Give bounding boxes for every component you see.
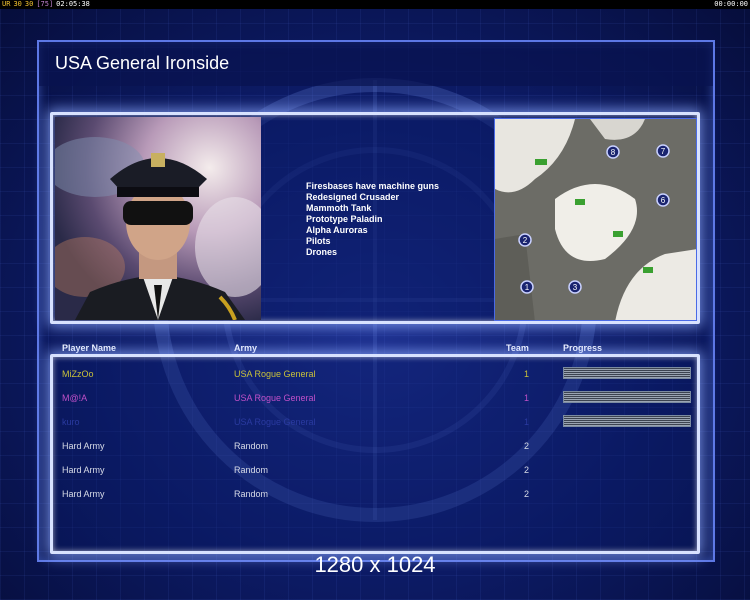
player-army: USA Rogue General (234, 393, 316, 403)
svg-text:3: 3 (573, 283, 578, 292)
player-row[interactable]: Hard Army Random 2 (0, 489, 750, 509)
feature-item: Mammoth Tank (306, 203, 372, 213)
start-position-marker[interactable]: 8 (606, 145, 620, 159)
page-title: USA General Ironside (55, 53, 230, 73)
feature-list: Firesbases have machine guns Redesigned C… (306, 181, 439, 258)
feature-item: Alpha Auroras (306, 225, 368, 235)
feature-item: Firesbases have machine guns (306, 181, 440, 191)
feature-item: Drones (306, 247, 338, 257)
player-row[interactable]: kuro USA Rogue General 1 (0, 415, 750, 437)
clock-right: 00:00:00 (714, 0, 748, 8)
player-name: MiZzOo (62, 369, 94, 379)
player-army: USA Rogue General (234, 417, 316, 427)
status-bar: UR 30 30 [75] 02:05:38 00:00:00 (0, 0, 750, 9)
status-stat: 30 (24, 0, 34, 8)
player-army: USA Rogue General (234, 369, 316, 379)
progress-bar (563, 391, 691, 403)
start-position-marker[interactable]: 1 (520, 280, 534, 294)
player-team: 2 (524, 465, 530, 475)
player-row[interactable]: Hard Army Random 2 (0, 441, 750, 461)
col-team: Team (506, 343, 529, 353)
start-position-marker[interactable]: 2 (518, 233, 532, 247)
col-player-name: Player Name (62, 343, 117, 353)
map-preview[interactable]: 1 2 3 6 7 8 (494, 118, 697, 321)
status-stat: UR (2, 0, 11, 8)
svg-text:2: 2 (523, 236, 528, 245)
feature-item: Prototype Paladin (306, 214, 383, 224)
start-position-marker[interactable]: 3 (568, 280, 582, 294)
status-stat: 02:05:38 (56, 0, 90, 8)
player-name: Hard Army (62, 489, 105, 499)
feature-item: Redesigned Crusader (306, 192, 400, 202)
player-name: Hard Army (62, 465, 105, 475)
start-position-marker[interactable]: 6 (656, 193, 670, 207)
col-army: Army (234, 343, 258, 353)
col-progress: Progress (563, 343, 603, 353)
player-team: 2 (524, 489, 530, 499)
general-portrait (55, 117, 261, 320)
resolution-label: 1280 x 1024 (314, 552, 436, 577)
player-army: Random (234, 441, 269, 451)
player-team: 2 (524, 441, 530, 451)
player-name: Hard Army (62, 441, 105, 451)
status-stat: [75] (36, 0, 54, 8)
player-row[interactable]: MiZzOo USA Rogue General 1 (0, 367, 750, 389)
status-stats: UR 30 30 [75] 02:05:38 (2, 0, 93, 9)
feature-item: Pilots (306, 236, 331, 246)
start-position-marker[interactable]: 7 (656, 144, 670, 158)
player-name: kuro (62, 417, 80, 427)
svg-text:7: 7 (661, 147, 666, 156)
player-row[interactable]: M@!A USA Rogue General 1 (0, 391, 750, 413)
player-team: 1 (524, 369, 530, 379)
status-stat: 30 (13, 0, 22, 8)
svg-text:6: 6 (661, 196, 666, 205)
player-team: 1 (524, 417, 530, 427)
player-army: Random (234, 465, 269, 475)
player-team: 1 (524, 393, 530, 403)
player-name: M@!A (62, 393, 88, 403)
progress-bar (563, 367, 691, 379)
svg-text:1: 1 (525, 283, 530, 292)
player-row[interactable]: Hard Army Random 2 (0, 465, 750, 485)
svg-text:8: 8 (611, 148, 616, 157)
progress-bar (563, 415, 691, 427)
player-army: Random (234, 489, 269, 499)
